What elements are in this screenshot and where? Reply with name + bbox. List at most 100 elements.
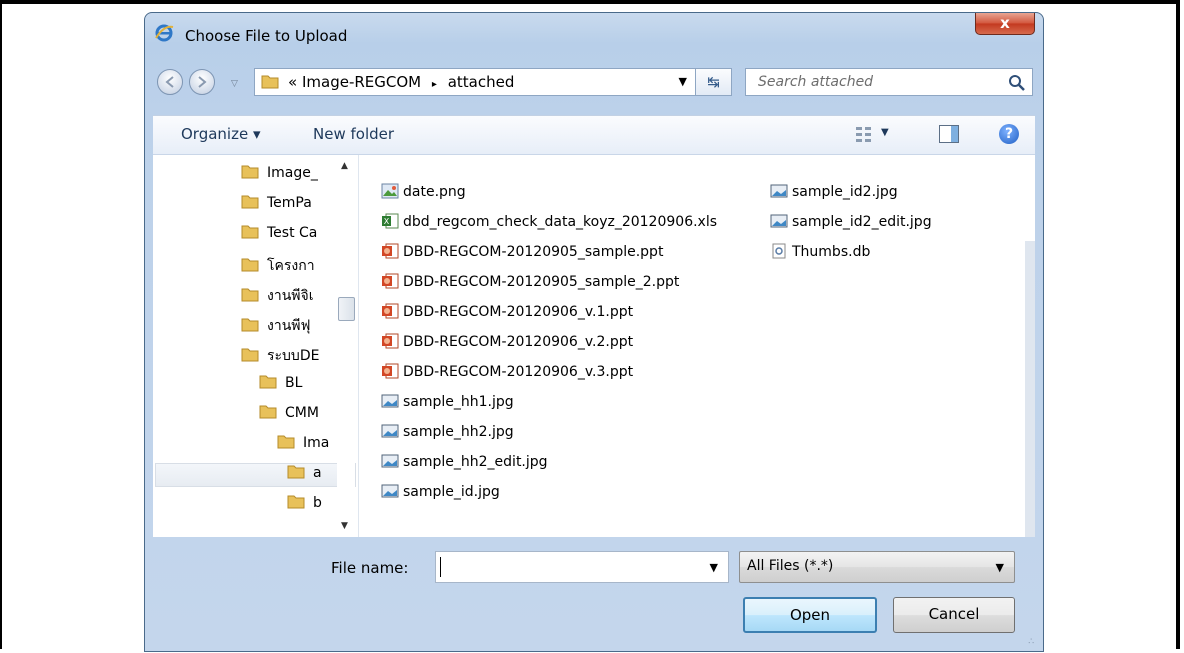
file-type-select[interactable]: All Files (*.*) ▼: [739, 551, 1015, 583]
file-name: sample_id.jpg: [403, 484, 500, 500]
tree-item[interactable]: Image_: [241, 165, 318, 187]
tree-item[interactable]: BL: [259, 375, 302, 397]
navigation-scrollbar[interactable]: ▲ ▼: [337, 155, 355, 537]
dialog-footer: File name: ▼ All Files (*.*) ▼ Open Canc…: [153, 537, 1035, 649]
tree-item-label: a: [313, 465, 322, 481]
file-name: sample_hh1.jpg: [403, 394, 514, 410]
filename-input[interactable]: ▼: [435, 551, 729, 583]
resize-grip-icon[interactable]: ∴: [1028, 637, 1034, 647]
tree-item[interactable]: Ima: [277, 435, 329, 457]
tree-item[interactable]: b: [287, 495, 322, 517]
file-item[interactable]: sample_id.jpg: [381, 483, 500, 505]
forward-button[interactable]: [189, 69, 215, 95]
jpg-file-icon: [770, 214, 788, 228]
command-bar: Organize ▾ New folder ▼ ?: [153, 115, 1035, 155]
file-name: DBD-REGCOM-20120906_v.3.ppt: [403, 364, 634, 380]
file-item[interactable]: DBD-REGCOM-20120905_sample.ppt: [381, 243, 663, 265]
file-name: DBD-REGCOM-20120906_v.1.ppt: [403, 304, 634, 320]
folder-icon: [241, 258, 259, 272]
change-view-icon[interactable]: [855, 125, 873, 143]
forward-arrow-icon: [198, 76, 207, 88]
search-icon[interactable]: [1008, 74, 1026, 92]
tree-item-label: Image_: [267, 165, 318, 181]
search-input[interactable]: Search attached: [758, 74, 873, 90]
folder-icon: [241, 288, 259, 302]
breadcrumb-separator: ▸: [431, 79, 437, 90]
address-bar[interactable]: « Image-REGCOM ▸ attached ▼: [254, 68, 696, 96]
new-folder-button[interactable]: New folder: [313, 125, 394, 143]
folder-icon: [241, 225, 259, 239]
back-button[interactable]: [157, 69, 183, 95]
preview-pane-icon[interactable]: [939, 125, 959, 143]
filename-dropdown-icon[interactable]: ▼: [710, 561, 718, 574]
file-item[interactable]: Xdbd_regcom_check_data_koyz_20120906.xls: [381, 213, 717, 235]
tree-item[interactable]: a: [287, 465, 322, 487]
internet-explorer-icon: [155, 24, 174, 42]
excel-file-icon: X: [382, 213, 399, 229]
tree-item[interactable]: CMM: [259, 405, 319, 427]
breadcrumb-image-regcom[interactable]: Image-REGCOM: [302, 73, 421, 91]
tree-item-label: b: [313, 495, 322, 511]
tree-item[interactable]: งานพีฟุ: [241, 315, 310, 337]
jpg-file-icon: [381, 394, 399, 408]
organize-menu[interactable]: Organize ▾: [181, 125, 261, 143]
folder-icon: [287, 495, 305, 509]
folder-icon: [259, 375, 277, 389]
folder-icon: [261, 75, 279, 89]
file-item[interactable]: sample_hh2_edit.jpg: [381, 453, 548, 475]
search-box[interactable]: Search attached: [745, 68, 1033, 96]
view-options-dropdown-icon[interactable]: ▼: [881, 127, 889, 138]
tree-item-label: CMM: [285, 405, 319, 421]
address-path[interactable]: « Image-REGCOM ▸ attached: [288, 73, 514, 91]
file-item[interactable]: DBD-REGCOM-20120906_v.2.ppt: [381, 333, 633, 355]
breadcrumb-attached[interactable]: attached: [448, 73, 515, 91]
scrollbar-thumb[interactable]: [338, 297, 355, 321]
file-item[interactable]: Thumbs.db: [770, 243, 870, 265]
file-name: DBD-REGCOM-20120905_sample_2.ppt: [403, 274, 680, 290]
tree-item[interactable]: ระบบDE: [241, 345, 319, 367]
file-item[interactable]: DBD-REGCOM-20120906_v.3.ppt: [381, 363, 633, 385]
scroll-up-icon[interactable]: ▲: [341, 161, 348, 171]
navigation-pane[interactable]: Image_ TemPa Test Ca โครงกางานพีจิเงานพีฟุร…: [153, 155, 358, 537]
cancel-button[interactable]: Cancel: [893, 597, 1015, 633]
file-upload-dialog: Choose File to Upload x ▽ « Image-REGCOM…: [144, 12, 1044, 652]
file-item[interactable]: sample_hh1.jpg: [381, 393, 514, 415]
tree-item-label: โครงกา: [267, 258, 315, 274]
close-button[interactable]: x: [975, 13, 1035, 35]
address-prefix: «: [288, 73, 298, 91]
jpg-file-icon: [381, 424, 399, 438]
file-name: sample_id2_edit.jpg: [792, 214, 932, 230]
file-item[interactable]: DBD-REGCOM-20120905_sample_2.ppt: [381, 273, 679, 295]
file-item[interactable]: sample_hh2.jpg: [381, 423, 514, 445]
folder-icon: [241, 195, 259, 209]
jpg-file-icon: [381, 454, 399, 468]
tree-item-label: งานพีฟุ: [267, 318, 311, 334]
back-arrow-icon: [165, 76, 174, 88]
file-item[interactable]: sample_id2.jpg: [770, 183, 898, 205]
open-button[interactable]: Open: [743, 597, 877, 633]
tree-item[interactable]: Test Ca: [241, 225, 317, 247]
tree-item-label: ระบบDE: [267, 348, 320, 364]
tree-item[interactable]: โครงกา: [241, 255, 315, 277]
help-icon[interactable]: ?: [999, 124, 1019, 144]
jpg-file-icon: [381, 484, 399, 498]
refresh-icon: ↹: [707, 73, 720, 91]
tree-item[interactable]: งานพีจิเ: [241, 285, 313, 307]
folder-icon: [241, 318, 259, 332]
svg-text:X: X: [384, 217, 390, 226]
powerpoint-file-icon: [382, 303, 399, 319]
text-caret: [440, 557, 441, 577]
powerpoint-file-icon: [382, 243, 399, 259]
scroll-down-icon[interactable]: ▼: [341, 521, 348, 531]
file-item[interactable]: sample_id2_edit.jpg: [770, 213, 932, 235]
recent-pages-dropdown-icon[interactable]: ▽: [231, 79, 238, 89]
tree-item-label: งานพีจิเ: [267, 288, 314, 304]
pane-divider[interactable]: [358, 155, 359, 537]
tree-item[interactable]: TemPa: [241, 195, 312, 217]
file-name: Thumbs.db: [792, 244, 871, 260]
file-item[interactable]: DBD-REGCOM-20120906_v.1.ppt: [381, 303, 633, 325]
file-name: sample_hh2.jpg: [403, 424, 514, 440]
file-item[interactable]: date.png: [381, 183, 466, 205]
address-dropdown-icon[interactable]: ▼: [679, 75, 687, 88]
refresh-button[interactable]: ↹: [696, 68, 732, 96]
